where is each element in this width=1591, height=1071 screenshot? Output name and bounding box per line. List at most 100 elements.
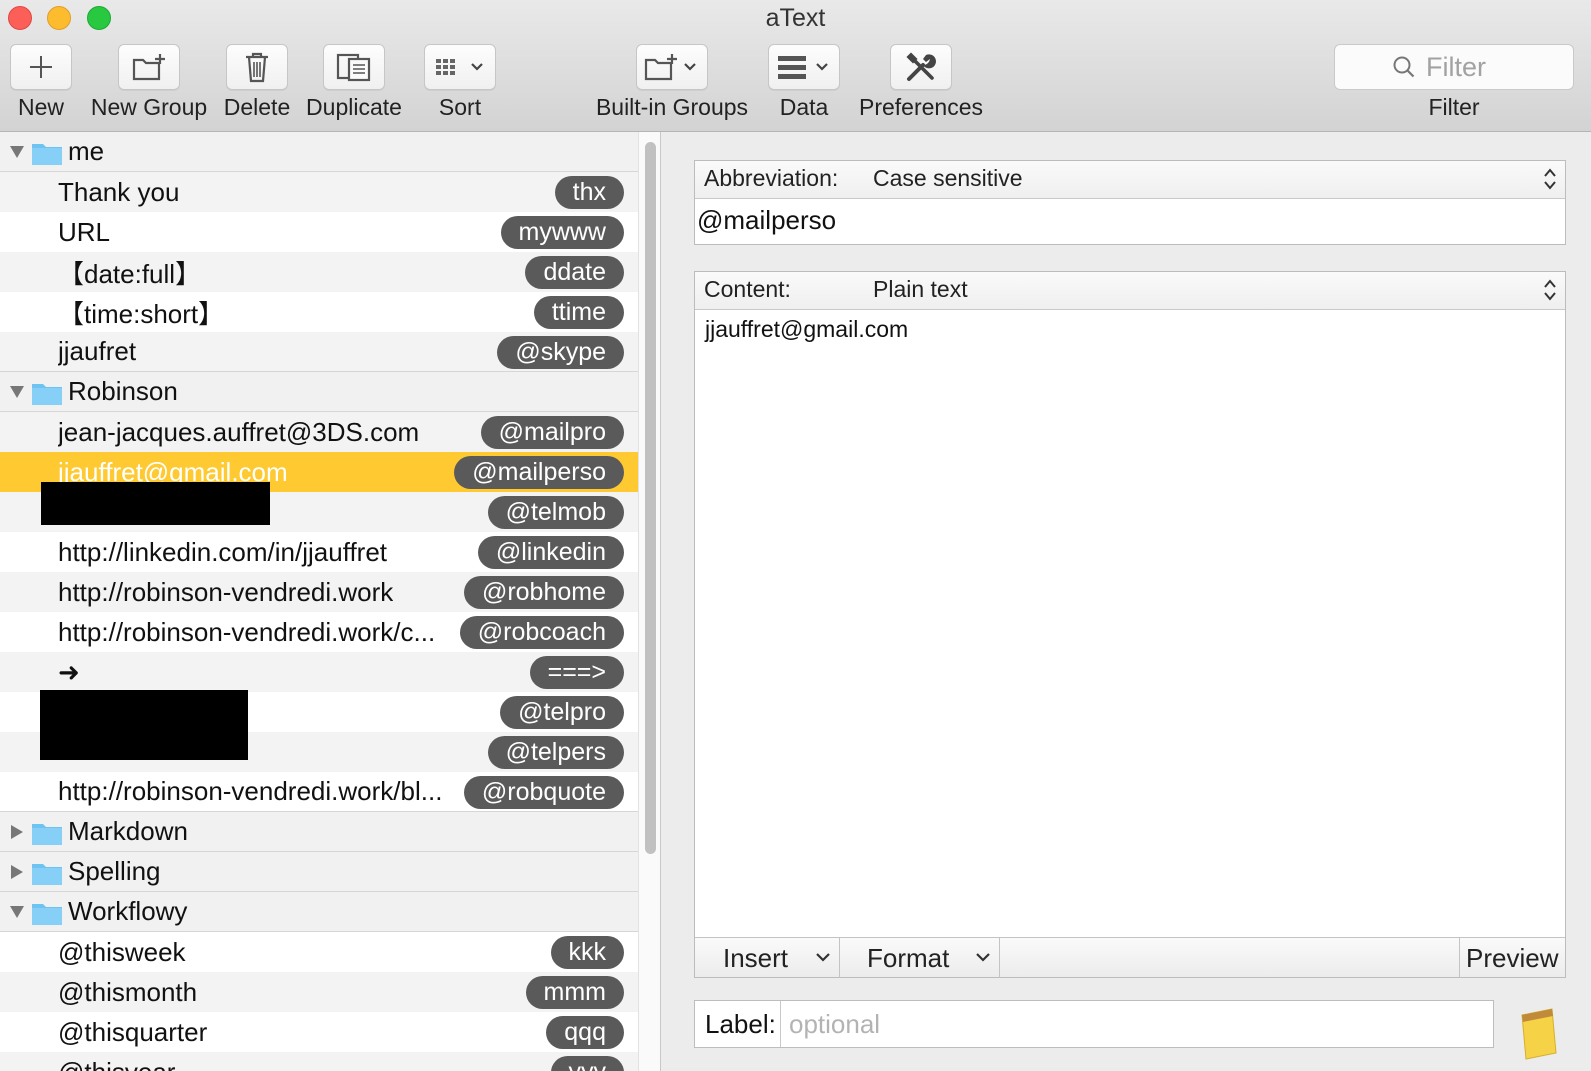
label-title: Label: [705, 1009, 776, 1039]
builtin-groups-button-label: Built-in Groups [595, 94, 749, 120]
filter-search-field[interactable] [1334, 44, 1574, 90]
snippet-row[interactable]: 【date:full】 ddate [0, 252, 638, 292]
preview-button[interactable]: Preview [1459, 938, 1565, 978]
folder-icon [32, 904, 62, 925]
label-input[interactable] [789, 1007, 1479, 1041]
abbreviation-badge: @telpro [500, 696, 624, 729]
split-view-divider[interactable] [660, 132, 661, 1071]
snippet-row[interactable]: @thisquarter qqq [0, 1012, 638, 1052]
preferences-button[interactable] [890, 44, 952, 90]
sort-button[interactable] [424, 44, 496, 90]
snippet-label: http://robinson-vendredi.work/bl... [58, 776, 443, 806]
data-button[interactable] [768, 44, 840, 90]
snippet-label: URL [58, 216, 111, 247]
format-menu-button[interactable]: Format [840, 938, 1000, 978]
snippet-list[interactable]: me Thank you thx URL mywww 【date:full】 d… [0, 132, 638, 1071]
sort-grid-icon [436, 59, 483, 75]
snippet-row[interactable]: jjaufret @skype [0, 332, 638, 372]
abbreviation-title: Abbreviation: [704, 165, 839, 191]
select-updown-icon[interactable] [1543, 278, 1557, 302]
snippet-row[interactable]: http://linkedin.com/in/jjauffret @linked… [0, 532, 638, 572]
abbreviation-badge: kkk [550, 936, 624, 969]
abbreviation-header: Abbreviation: Case sensitive [695, 161, 1565, 199]
abbreviation-input[interactable]: @mailperso [697, 205, 836, 236]
group-label: Spelling [68, 856, 161, 886]
sticky-note-icon[interactable] [1518, 1005, 1558, 1061]
snippet-label: ➜ [58, 656, 80, 687]
group-row-markdown[interactable]: Markdown [0, 812, 638, 852]
new-group-button-label: New Group [90, 94, 208, 120]
snippet-row[interactable]: 【time:short】 ttime [0, 292, 638, 332]
redacted-block [40, 690, 248, 760]
new-button[interactable] [10, 44, 72, 90]
abbreviation-badge: thx [554, 176, 624, 209]
group-row-me[interactable]: me [0, 132, 638, 172]
abbreviation-badge: @linkedin [477, 536, 624, 569]
group-row-robinson[interactable]: Robinson [0, 372, 638, 412]
folder-icon [32, 144, 62, 165]
folder-icon [32, 864, 62, 885]
select-updown-icon[interactable] [1543, 167, 1557, 191]
abbreviation-badge: @telpers [487, 736, 624, 769]
new-group-icon [132, 54, 165, 81]
snippet-label: @thisquarter [58, 1016, 208, 1047]
group-row-spelling[interactable]: Spelling [0, 852, 638, 892]
abbreviation-badge: ddate [525, 256, 624, 289]
trash-icon [246, 52, 268, 83]
disclosure-expanded-icon[interactable] [8, 143, 26, 161]
abbreviation-badge: @robcoach [459, 616, 624, 649]
group-row-workflowy[interactable]: Workflowy [0, 892, 638, 932]
new-button-label: New [17, 94, 64, 120]
list-scrollbar[interactable] [638, 132, 660, 1071]
abbreviation-badge: @skype [497, 336, 624, 369]
folder-icon [32, 384, 62, 405]
delete-button[interactable] [226, 44, 288, 90]
scrollbar-thumb[interactable] [645, 142, 656, 854]
abbreviation-badge: mmm [525, 976, 624, 1009]
snippet-row[interactable]: http://robinson-vendredi.work/c... @robc… [0, 612, 638, 652]
plus-icon [30, 56, 52, 78]
label-field: Label: [694, 1000, 1494, 1048]
snippet-row[interactable]: @thisyear yyy [0, 1052, 638, 1071]
snippet-row[interactable]: Thank you thx [0, 172, 638, 212]
snippet-label: Thank you [58, 176, 180, 207]
duplicate-icon [336, 53, 371, 82]
snippet-row[interactable]: http://robinson-vendredi.work/bl... @rob… [0, 772, 638, 812]
abbreviation-badge: qqq [546, 1016, 624, 1049]
data-menu-icon [778, 56, 828, 79]
disclosure-collapsed-icon[interactable] [8, 863, 26, 881]
snippet-label: @thismonth [58, 976, 198, 1007]
duplicate-button-label: Duplicate [306, 94, 402, 120]
snippet-label: 【date:full】 [58, 258, 202, 289]
format-label: Format [867, 942, 950, 973]
chevron-down-icon [816, 953, 830, 962]
content-editor[interactable]: jjauffret@gmail.com [705, 316, 908, 343]
disclosure-expanded-icon[interactable] [8, 903, 26, 921]
insert-menu-button[interactable]: Insert [695, 938, 840, 978]
abbreviation-badge: yyy [550, 1056, 624, 1071]
duplicate-button[interactable] [323, 44, 385, 90]
snippet-label: jean-jacques.auffret@3DS.com [58, 416, 420, 447]
snippet-label: http://robinson-vendredi.work/c... [58, 616, 436, 647]
content-type-select[interactable]: Plain text [873, 276, 968, 303]
builtin-groups-icon [644, 54, 696, 81]
snippet-row[interactable]: @thismonth mmm [0, 972, 638, 1012]
snippet-row[interactable]: URL mywww [0, 212, 638, 252]
window-title: aText [765, 4, 826, 32]
chevron-down-icon [976, 953, 990, 962]
disclosure-collapsed-icon[interactable] [8, 823, 26, 841]
snippet-label: jjaufret [58, 336, 137, 366]
abbreviation-badge: @mailpro [480, 416, 624, 449]
insert-label: Insert [723, 942, 789, 973]
snippet-row[interactable]: jean-jacques.auffret@3DS.com @mailpro [0, 412, 638, 452]
snippet-row[interactable]: http://robinson-vendredi.work @robhome [0, 572, 638, 612]
builtin-groups-button[interactable] [636, 44, 708, 90]
new-group-button[interactable] [118, 44, 180, 90]
snippet-row[interactable]: @thisweek kkk [0, 932, 638, 972]
sort-button-label: Sort [438, 94, 482, 120]
filter-input[interactable] [1426, 51, 1516, 83]
case-mode-select[interactable]: Case sensitive [873, 165, 1023, 192]
disclosure-expanded-icon[interactable] [8, 383, 26, 401]
snippet-row[interactable]: ➜ ===> [0, 652, 638, 692]
preferences-button-label: Preferences [858, 94, 983, 120]
